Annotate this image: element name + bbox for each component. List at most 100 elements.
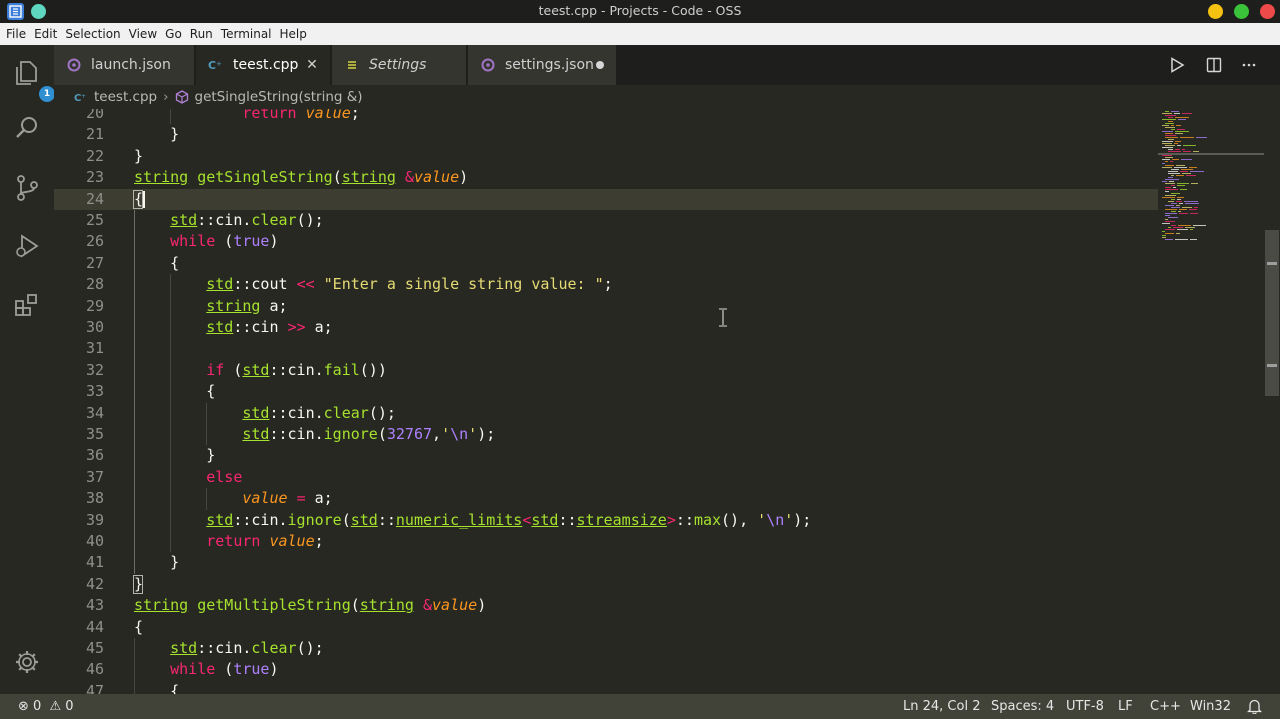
code-text[interactable]: else: [134, 467, 242, 488]
code-line[interactable]: 45 std::cin.clear();: [54, 638, 1158, 659]
code-line[interactable]: 24{: [54, 188, 1158, 210]
code-editor[interactable]: 20 return value; 21 } 22} 23 string getSingl…: [54, 109, 1158, 694]
code-line[interactable]: 22}: [54, 146, 1158, 167]
code-text[interactable]: return value;: [134, 531, 323, 552]
code-line[interactable]: 21 }: [54, 124, 1158, 145]
minimap[interactable]: [1158, 109, 1264, 694]
code-text[interactable]: }: [134, 146, 143, 167]
code-text[interactable]: string getSingleString(string &value): [134, 167, 468, 188]
encoding[interactable]: UTF-8: [1066, 694, 1104, 719]
code-line[interactable]: 29 string a;: [54, 296, 1158, 317]
tab-settings-json[interactable]: settings.json: [468, 45, 616, 85]
code-line[interactable]: 34 std::cin.clear();: [54, 403, 1158, 424]
unsaved-dot-icon[interactable]: [596, 61, 604, 69]
indentation[interactable]: Spaces: 4: [991, 694, 1054, 719]
scrollbar-thumb[interactable]: [1265, 230, 1279, 396]
minimap-line: [1171, 185, 1175, 186]
code-text[interactable]: string getMultipleString(string &value): [134, 595, 486, 616]
line-number: 44: [85, 617, 104, 636]
code-text[interactable]: {: [134, 253, 179, 274]
code-text[interactable]: while (true): [134, 231, 278, 252]
close-window-button[interactable]: [1260, 4, 1275, 19]
tab-settings[interactable]: Settings: [332, 45, 466, 85]
menu-terminal[interactable]: Terminal: [217, 23, 276, 45]
close-tab-icon[interactable]: ✕: [304, 57, 320, 73]
code-text[interactable]: std::cin >> a;: [134, 317, 332, 338]
explorer-icon[interactable]: 1: [12, 58, 55, 102]
code-line[interactable]: 47 {: [54, 681, 1158, 694]
problems-indicator[interactable]: ⊗ 0 ⚠ 0: [18, 694, 74, 719]
breadcrumb-symbol[interactable]: getSingleString(string &): [175, 89, 363, 105]
code-line[interactable]: 32 if (std::cin.fail()): [54, 360, 1158, 381]
manage-gear-icon[interactable]: [12, 647, 42, 677]
vertical-scrollbar[interactable]: [1264, 109, 1280, 694]
extensions-icon[interactable]: [12, 290, 42, 320]
code-text[interactable]: {: [134, 381, 215, 402]
cursor-position[interactable]: Ln 24, Col 2: [903, 694, 980, 719]
code-line[interactable]: 20 return value;: [54, 109, 1158, 124]
explorer-badge: 1: [39, 86, 55, 102]
code-text[interactable]: std::cin.ignore(32767,'\n');: [134, 424, 495, 445]
code-text[interactable]: return value;: [134, 109, 359, 124]
code-text[interactable]: std::cin.clear();: [134, 403, 396, 424]
code-line[interactable]: 25 std::cin.clear();: [54, 210, 1158, 231]
code-line[interactable]: 27 {: [54, 253, 1158, 274]
code-line[interactable]: 35 std::cin.ignore(32767,'\n');: [54, 424, 1158, 445]
tab-teest-cpp[interactable]: C + teest.cpp ✕: [196, 45, 330, 85]
breadcrumb-file[interactable]: C + teest.cpp: [74, 89, 157, 105]
minimize-button[interactable]: [1208, 4, 1223, 19]
code-line[interactable]: 38 value = a;: [54, 488, 1158, 509]
end-of-line[interactable]: LF: [1118, 694, 1133, 719]
run-debug-icon[interactable]: [12, 231, 42, 261]
code-text[interactable]: while (true): [134, 659, 278, 680]
code-line[interactable]: 33 {: [54, 381, 1158, 402]
code-line[interactable]: 42}: [54, 574, 1158, 595]
code-line[interactable]: 39 std::cin.ignore(std::numeric_limits<s…: [54, 510, 1158, 531]
menu-run[interactable]: Run: [186, 23, 217, 45]
minimap-line: [1176, 165, 1185, 166]
menu-go[interactable]: Go: [161, 23, 186, 45]
code-line[interactable]: 31: [54, 338, 1158, 359]
source-control-icon[interactable]: [12, 173, 42, 203]
platform[interactable]: Win32: [1190, 694, 1231, 719]
code-line[interactable]: 23 string getSingleString(string &value): [54, 167, 1158, 188]
more-actions-icon[interactable]: [1240, 56, 1258, 74]
code-line[interactable]: 37 else: [54, 467, 1158, 488]
minimap-line: [1182, 149, 1185, 150]
code-text[interactable]: }: [134, 552, 179, 573]
search-icon[interactable]: [12, 113, 42, 143]
code-text[interactable]: std::cin.clear();: [134, 210, 324, 231]
code-line[interactable]: 40 return value;: [54, 531, 1158, 552]
code-line[interactable]: 36 }: [54, 445, 1158, 466]
menu-view[interactable]: View: [125, 23, 161, 45]
language-mode[interactable]: C++: [1150, 694, 1181, 719]
code-text[interactable]: value = a;: [134, 488, 332, 509]
code-text[interactable]: {: [134, 617, 143, 638]
code-text[interactable]: }: [134, 445, 215, 466]
maximize-button[interactable]: [1234, 4, 1249, 19]
code-line[interactable]: 46 while (true): [54, 659, 1158, 680]
tab-launch-json[interactable]: launch.json: [54, 45, 194, 85]
code-text[interactable]: std::cin.ignore(std::numeric_limits<std:…: [134, 510, 811, 531]
split-editor-icon[interactable]: [1205, 56, 1223, 74]
code-line[interactable]: 41 }: [54, 552, 1158, 573]
code-line[interactable]: 43 string getMultipleString(string &value…: [54, 595, 1158, 616]
code-text[interactable]: string a;: [134, 296, 287, 317]
minimap-line: [1179, 213, 1188, 214]
code-text[interactable]: std::cout << "Enter a single string valu…: [134, 274, 612, 295]
code-line[interactable]: 28 std::cout << "Enter a single string v…: [54, 274, 1158, 295]
menu-selection[interactable]: Selection: [61, 23, 124, 45]
code-line[interactable]: 30 std::cin >> a;: [54, 317, 1158, 338]
code-line[interactable]: 26 while (true): [54, 231, 1158, 252]
code-line[interactable]: 44 {: [54, 617, 1158, 638]
run-file-icon[interactable]: [1168, 56, 1186, 74]
notifications-bell-icon[interactable]: [1246, 698, 1263, 719]
code-text[interactable]: if (std::cin.fail()): [134, 360, 387, 381]
menu-edit[interactable]: Edit: [30, 23, 61, 45]
window-title: teest.cpp - Projects - Code - OSS: [538, 3, 742, 18]
code-text[interactable]: {: [134, 681, 179, 694]
code-text[interactable]: }: [134, 124, 179, 145]
menu-help[interactable]: Help: [276, 23, 311, 45]
menu-file[interactable]: File: [2, 23, 30, 45]
code-text[interactable]: std::cin.clear();: [134, 638, 324, 659]
